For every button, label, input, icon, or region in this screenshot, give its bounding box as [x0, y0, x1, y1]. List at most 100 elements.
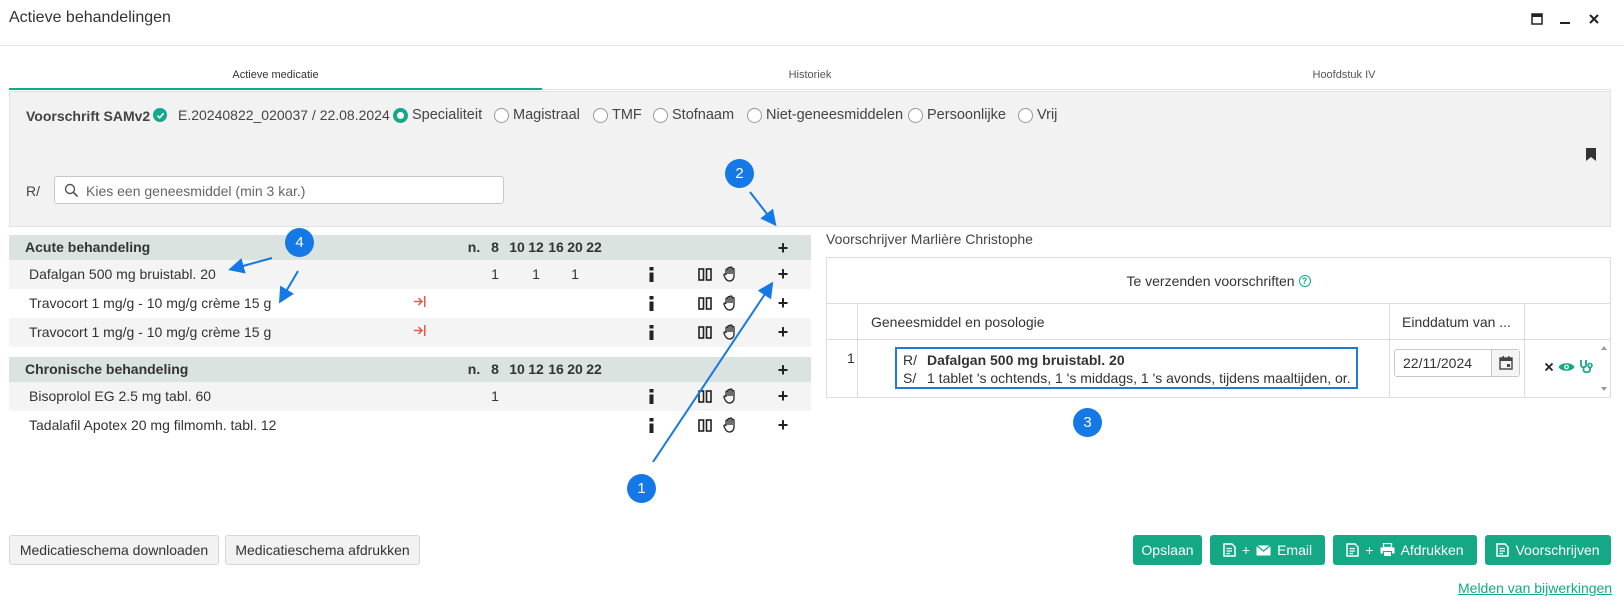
- radio-vrij[interactable]: Vrij: [1018, 105, 1057, 125]
- info-icon[interactable]: [645, 266, 657, 283]
- report-side-effects-link[interactable]: Melden van bijwerkingen: [1458, 580, 1612, 596]
- medication-name: Bisoprolol EG 2.5 mg tabl. 60: [29, 388, 212, 404]
- radio-selected-icon: [393, 107, 408, 123]
- column-20: 20: [567, 361, 583, 377]
- radio-label: Persoonlijke: [927, 107, 1006, 123]
- download-schema-button[interactable]: Medicatieschema downloaden: [9, 535, 219, 565]
- help-icon[interactable]: ?: [1298, 274, 1311, 287]
- pause-icon[interactable]: [697, 324, 713, 341]
- print-button[interactable]: + Afdrukken: [1333, 535, 1477, 565]
- check-icon: [153, 108, 167, 122]
- transfer-arrow-icon[interactable]: [413, 295, 427, 311]
- rx-posology: 1 tablet 's ochtends, 1 's middags, 1 's…: [927, 370, 1351, 386]
- tab-hoofdstuk-iv[interactable]: Hoofdstuk IV: [1077, 64, 1611, 90]
- info-icon[interactable]: [645, 295, 657, 312]
- info-icon[interactable]: [645, 388, 657, 405]
- prescribe-label: Voorschrijven: [1515, 542, 1600, 558]
- prescription-panel: Voorschrift SAMv2 E.20240822_020037 / 22…: [9, 91, 1611, 227]
- email-label: Email: [1277, 542, 1313, 558]
- close-icon[interactable]: [1585, 10, 1603, 28]
- column-n: n.: [467, 361, 481, 377]
- search-input[interactable]: [86, 181, 486, 201]
- column-22: 22: [586, 361, 602, 377]
- save-button[interactable]: Opslaan: [1133, 535, 1202, 565]
- add-acute-button[interactable]: +: [774, 238, 792, 258]
- stethoscope-icon[interactable]: [1578, 358, 1594, 375]
- end-date-value: 22/11/2024: [1403, 355, 1473, 371]
- medication-name: Travocort 1 mg/g - 10 mg/g crème 15 g: [29, 295, 272, 311]
- radio-tmf[interactable]: TMF: [593, 105, 642, 125]
- col-actions-header: [1524, 304, 1610, 340]
- table-row[interactable]: Travocort 1 mg/g - 10 mg/g crème 15 g +: [9, 318, 811, 347]
- radio-unselected-icon: [653, 107, 668, 123]
- pause-icon[interactable]: [697, 388, 713, 405]
- pause-icon[interactable]: [697, 417, 713, 434]
- plus-sign: +: [1365, 542, 1374, 558]
- transfer-arrow-icon[interactable]: [413, 324, 427, 340]
- scrollbar[interactable]: [1598, 340, 1610, 397]
- hand-stop-icon[interactable]: [721, 387, 739, 405]
- dose-8: 1: [491, 388, 499, 404]
- hand-stop-icon[interactable]: [721, 294, 739, 312]
- info-icon[interactable]: [645, 324, 657, 341]
- minimize-icon[interactable]: [1556, 10, 1574, 28]
- radio-unselected-icon: [494, 107, 509, 123]
- add-chronic-button[interactable]: +: [774, 360, 792, 380]
- annotation-badge-1: 1: [627, 474, 656, 503]
- hand-stop-icon[interactable]: [721, 265, 739, 283]
- radio-label: Vrij: [1037, 107, 1058, 123]
- remove-icon[interactable]: [1543, 360, 1555, 374]
- add-to-prescription-button[interactable]: +: [774, 386, 792, 406]
- email-button[interactable]: + Email: [1210, 535, 1325, 565]
- radio-persoonlijke[interactable]: Persoonlijke: [908, 105, 1006, 125]
- info-icon[interactable]: [645, 417, 657, 434]
- col-enddate-header[interactable]: Einddatum van ...: [1389, 304, 1524, 340]
- acute-section-header: Acute behandeling n. 8 10 12 16 20 22 +: [9, 235, 811, 260]
- radio-magistraal[interactable]: Magistraal: [494, 105, 580, 125]
- print-schema-button[interactable]: Medicatieschema afdrukken: [225, 535, 420, 565]
- section-title: Acute behandeling: [25, 239, 151, 255]
- hand-stop-icon[interactable]: [721, 323, 739, 341]
- column-n: n.: [467, 239, 481, 255]
- table-row[interactable]: Bisoprolol EG 2.5 mg tabl. 60 1 +: [9, 382, 811, 411]
- column-20: 20: [567, 239, 583, 255]
- hand-stop-icon[interactable]: [721, 416, 739, 434]
- save-label: Opslaan: [1141, 542, 1194, 558]
- r-label: R/: [26, 183, 40, 199]
- add-to-prescription-button[interactable]: +: [774, 322, 792, 342]
- maximize-icon[interactable]: [1528, 10, 1546, 28]
- add-to-prescription-button[interactable]: +: [774, 293, 792, 313]
- column-22: 22: [586, 239, 602, 255]
- prescription-reference: E.20240822_020037 / 22.08.2024: [178, 107, 390, 123]
- col-medication-header: Geneesmiddel en posologie: [857, 304, 1419, 340]
- radio-unselected-icon: [747, 107, 762, 123]
- radio-stofnaam[interactable]: Stofnaam: [653, 105, 734, 125]
- add-to-prescription-button[interactable]: +: [774, 415, 792, 435]
- pause-icon[interactable]: [697, 295, 713, 312]
- table-row[interactable]: 1 R/Dafalgan 500 mg bruistabl. 20 S/1 ta…: [827, 340, 1610, 397]
- table-row[interactable]: Dafalgan 500 mg bruistabl. 20 1 1 1 +: [9, 260, 811, 289]
- eye-icon[interactable]: [1557, 359, 1575, 375]
- calendar-icon[interactable]: [1491, 350, 1519, 376]
- tab-historiek[interactable]: Historiek: [543, 64, 1077, 90]
- radio-niet-geneesmiddelen[interactable]: Niet-geneesmiddelen: [747, 105, 903, 125]
- prescription-doc-icon: [1223, 543, 1236, 557]
- medication-posology-box[interactable]: R/Dafalgan 500 mg bruistabl. 20 S/1 tabl…: [895, 347, 1358, 389]
- table-row[interactable]: Tadalafil Apotex 20 mg filmomh. tabl. 12…: [9, 411, 811, 440]
- table-row[interactable]: Travocort 1 mg/g - 10 mg/g crème 15 g +: [9, 289, 811, 318]
- radio-unselected-icon: [1018, 107, 1033, 123]
- prescription-doc-icon: [1496, 543, 1510, 557]
- radio-unselected-icon: [593, 107, 608, 123]
- tab-actieve-medicatie[interactable]: Actieve medicatie: [9, 64, 542, 90]
- radio-specialiteit[interactable]: Specialiteit: [393, 105, 482, 125]
- search-icon: [64, 183, 79, 201]
- prescribe-button[interactable]: Voorschrijven: [1485, 535, 1611, 565]
- end-date-input[interactable]: 22/11/2024: [1394, 349, 1520, 377]
- column-8: 8: [491, 361, 499, 377]
- pause-icon[interactable]: [697, 266, 713, 283]
- rx-medication-name: Dafalgan 500 mg bruistabl. 20: [927, 352, 1125, 368]
- bookmark-icon[interactable]: [1586, 148, 1596, 164]
- add-to-prescription-button[interactable]: +: [774, 264, 792, 284]
- chronic-section-header: Chronische behandeling n. 8 10 12 16 20 …: [9, 357, 811, 382]
- samv2-label: Voorschrift SAMv2: [26, 108, 151, 124]
